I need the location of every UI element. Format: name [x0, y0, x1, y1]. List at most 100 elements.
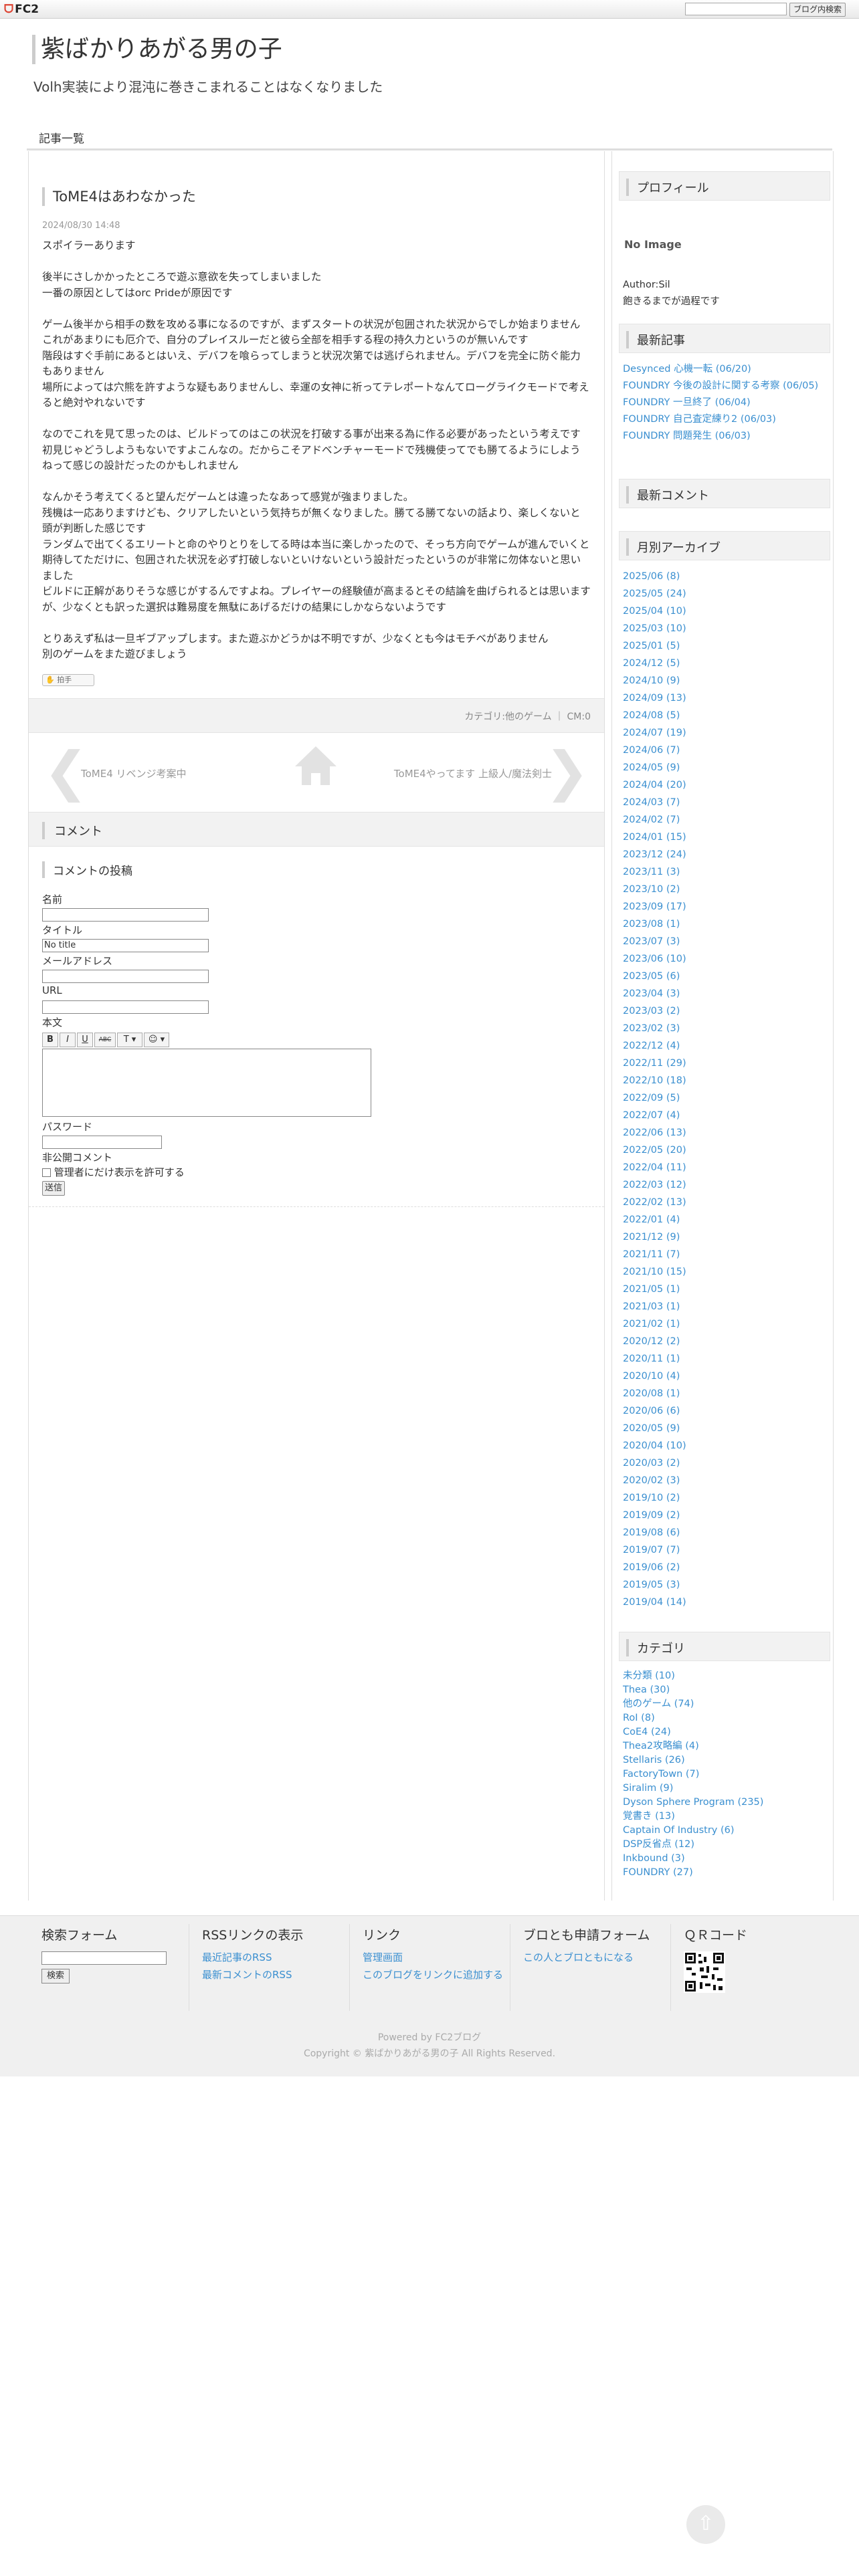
archive-month-link[interactable]: 2023/11 (3)	[623, 865, 830, 879]
archive-month-link[interactable]: 2022/04 (11)	[623, 1161, 830, 1175]
italic-button[interactable]: I	[60, 1033, 76, 1047]
archive-month-link[interactable]: 2022/07 (4)	[623, 1109, 830, 1123]
archive-month-link[interactable]: 2022/11 (29)	[623, 1057, 830, 1071]
archive-month-link[interactable]: 2024/10 (9)	[623, 674, 830, 688]
archive-month-link[interactable]: 2023/05 (6)	[623, 970, 830, 984]
back-to-top-button[interactable]: ⇧	[686, 2505, 725, 2544]
home-icon[interactable]	[292, 742, 339, 789]
font-size-button[interactable]: T ▾	[117, 1033, 142, 1047]
email-field[interactable]	[42, 970, 209, 983]
category-link[interactable]: 未分類 (10)	[623, 1669, 830, 1683]
archive-month-link[interactable]: 2023/08 (1)	[623, 918, 830, 932]
category-link[interactable]: FOUNDRY (27)	[623, 1866, 830, 1880]
archive-month-link[interactable]: 2021/03 (1)	[623, 1300, 830, 1314]
bold-button[interactable]: B	[42, 1033, 58, 1047]
underline-button[interactable]: U	[77, 1033, 93, 1047]
url-field[interactable]	[42, 1000, 209, 1014]
archive-month-link[interactable]: 2021/10 (15)	[623, 1265, 830, 1279]
archive-month-link[interactable]: 2024/06 (7)	[623, 744, 830, 758]
archive-month-link[interactable]: 2024/09 (13)	[623, 691, 830, 706]
archive-month-link[interactable]: 2022/09 (5)	[623, 1091, 830, 1105]
archive-month-link[interactable]: 2024/07 (19)	[623, 726, 830, 740]
archive-month-link[interactable]: 2021/05 (1)	[623, 1283, 830, 1297]
comment-body-textarea[interactable]	[42, 1049, 371, 1117]
archive-month-link[interactable]: 2020/10 (4)	[623, 1370, 830, 1384]
archive-month-link[interactable]: 2024/12 (5)	[623, 657, 830, 671]
archive-month-link[interactable]: 2019/09 (2)	[623, 1509, 830, 1523]
prev-post-link[interactable]: ToME4 リベンジ考案中	[81, 766, 187, 780]
category-link[interactable]: Thea (30)	[623, 1683, 830, 1697]
archive-month-link[interactable]: 2020/05 (9)	[623, 1422, 830, 1436]
submit-button[interactable]: 送信	[42, 1181, 65, 1196]
archive-month-link[interactable]: 2019/06 (2)	[623, 1561, 830, 1575]
archive-month-link[interactable]: 2022/10 (18)	[623, 1074, 830, 1088]
archive-month-link[interactable]: 2022/06 (13)	[623, 1126, 830, 1140]
archive-month-link[interactable]: 2022/05 (20)	[623, 1144, 830, 1158]
next-post-link[interactable]: ToME4やってます 上級人/魔法剣士	[394, 766, 552, 780]
category-link[interactable]: Captain Of Industry (6)	[623, 1824, 830, 1838]
archive-month-link[interactable]: 2024/08 (5)	[623, 709, 830, 723]
archive-month-link[interactable]: 2020/12 (2)	[623, 1335, 830, 1349]
archive-month-link[interactable]: 2021/12 (9)	[623, 1230, 830, 1245]
secret-checkbox[interactable]	[42, 1168, 51, 1177]
category-link[interactable]: DSP反省点 (12)	[623, 1838, 830, 1852]
name-field[interactable]	[42, 908, 209, 922]
archive-month-link[interactable]: 2022/02 (13)	[623, 1196, 830, 1210]
friend-request-link[interactable]: この人とブロともになる	[523, 1950, 657, 1965]
archive-month-link[interactable]: 2025/03 (10)	[623, 622, 830, 636]
archive-month-link[interactable]: 2022/03 (12)	[623, 1178, 830, 1192]
archive-month-link[interactable]: 2020/03 (2)	[623, 1457, 830, 1471]
article-title[interactable]: ToME4はあわなかった	[42, 187, 196, 206]
archive-month-link[interactable]: 2023/07 (3)	[623, 935, 830, 949]
archive-month-link[interactable]: 2020/11 (1)	[623, 1352, 830, 1366]
archive-month-link[interactable]: 2025/05 (24)	[623, 587, 830, 601]
archive-month-link[interactable]: 2023/06 (10)	[623, 952, 830, 966]
archive-month-link[interactable]: 2023/03 (2)	[623, 1004, 830, 1018]
archive-month-link[interactable]: 2019/05 (3)	[623, 1578, 830, 1592]
chevron-right-icon[interactable]: ❯	[545, 745, 589, 798]
recent-post-link[interactable]: FOUNDRY 自己査定練り2 (06/03)	[623, 413, 830, 427]
emoji-button[interactable]: ☺ ▾	[144, 1033, 169, 1047]
category-link[interactable]: FactoryTown (7)	[623, 1767, 830, 1782]
archive-month-link[interactable]: 2024/04 (20)	[623, 778, 830, 792]
archive-month-link[interactable]: 2025/01 (5)	[623, 639, 830, 653]
rss-recent-comments-link[interactable]: 最新コメントのRSS	[202, 1967, 349, 1982]
blog-title[interactable]: 紫ばかりあがる男の子	[32, 35, 282, 64]
category-link[interactable]: RoI (8)	[623, 1711, 830, 1725]
article-category[interactable]: カテゴリ:他のゲーム ｜ CM:0	[464, 710, 591, 723]
archive-month-link[interactable]: 2019/08 (6)	[623, 1526, 830, 1540]
archive-month-link[interactable]: 2023/09 (17)	[623, 900, 830, 914]
blog-search-button[interactable]: ブログ内検索	[789, 3, 846, 17]
category-link[interactable]: Dyson Sphere Program (235)	[623, 1796, 830, 1810]
recent-post-link[interactable]: FOUNDRY 一旦終了 (06/04)	[623, 396, 830, 410]
powered-by-link[interactable]: Powered by FC2ブログ	[0, 2030, 859, 2046]
category-link[interactable]: Thea2攻略編 (4)	[623, 1739, 830, 1753]
archive-month-link[interactable]: 2019/10 (2)	[623, 1491, 830, 1505]
archive-month-link[interactable]: 2024/05 (9)	[623, 761, 830, 775]
archive-month-link[interactable]: 2021/11 (7)	[623, 1248, 830, 1262]
category-link[interactable]: 他のゲーム (74)	[623, 1697, 830, 1711]
archive-month-link[interactable]: 2019/04 (14)	[623, 1596, 830, 1610]
password-field[interactable]	[42, 1136, 162, 1149]
footer-search-input[interactable]	[41, 1951, 167, 1965]
category-link[interactable]: Stellaris (26)	[623, 1753, 830, 1767]
footer-search-button[interactable]: 検索	[41, 1969, 70, 1983]
archive-month-link[interactable]: 2024/02 (7)	[623, 813, 830, 827]
category-link[interactable]: 覚書き (13)	[623, 1810, 830, 1824]
title-field[interactable]: No title	[42, 939, 209, 952]
archive-month-link[interactable]: 2022/12 (4)	[623, 1039, 830, 1053]
qr-code-image[interactable]	[684, 1951, 725, 1993]
clap-button[interactable]: ✋ 拍手	[42, 674, 94, 686]
archive-month-link[interactable]: 2024/01 (15)	[623, 831, 830, 845]
archive-month-link[interactable]: 2025/04 (10)	[623, 605, 830, 619]
archive-month-link[interactable]: 2020/02 (3)	[623, 1474, 830, 1488]
category-link[interactable]: Siralim (9)	[623, 1782, 830, 1796]
archive-month-link[interactable]: 2021/02 (1)	[623, 1317, 830, 1331]
archive-month-link[interactable]: 2024/03 (7)	[623, 796, 830, 810]
recent-post-link[interactable]: FOUNDRY 今後の設計に関する考察 (06/05)	[623, 379, 830, 393]
rss-recent-posts-link[interactable]: 最近記事のRSS	[202, 1950, 349, 1965]
category-link[interactable]: CoE4 (24)	[623, 1725, 830, 1739]
archive-month-link[interactable]: 2023/04 (3)	[623, 987, 830, 1001]
recent-post-link[interactable]: FOUNDRY 問題発生 (06/03)	[623, 429, 830, 443]
admin-link[interactable]: 管理画面	[363, 1950, 510, 1965]
